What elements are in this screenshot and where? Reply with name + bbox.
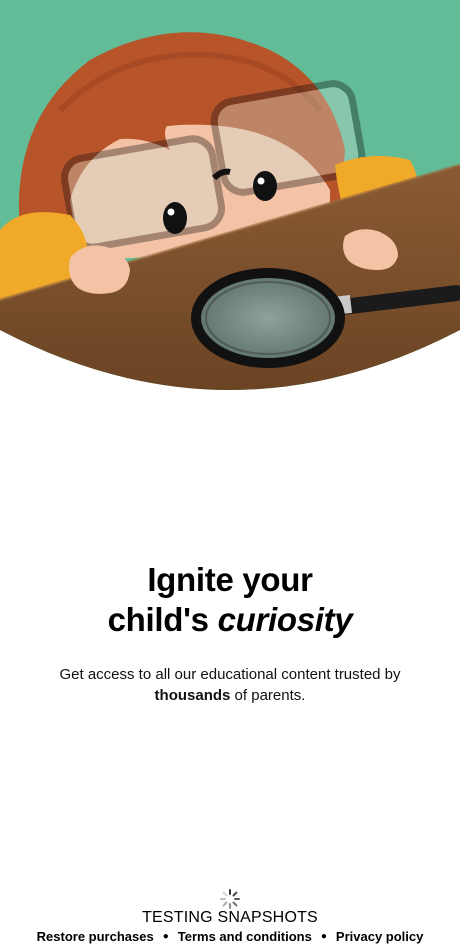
headline-line-2-prefix: child's (107, 601, 218, 638)
terms-and-conditions-link[interactable]: Terms and conditions (178, 929, 312, 945)
loading-spinner-icon (220, 889, 240, 909)
subtitle-bold: thousands (154, 687, 231, 704)
subtitle-before: Get access to all our educational conten… (59, 666, 401, 683)
footer-separator: ● (320, 931, 327, 942)
status-text: TESTING SNAPSHOTS (142, 909, 318, 926)
footer-separator: ● (162, 931, 169, 942)
headline-line-2: child's curiosity (0, 600, 460, 640)
headline-emphasis: curiosity (217, 601, 353, 638)
footer-links: Restore purchases ● Terms and conditions… (0, 929, 460, 945)
hero-illustration (0, 0, 460, 390)
headline: Ignite your child's curiosity (0, 560, 460, 640)
subtitle-after: of parents. (230, 687, 306, 704)
restore-purchases-link[interactable]: Restore purchases (37, 929, 154, 945)
privacy-policy-link[interactable]: Privacy policy (336, 929, 423, 945)
subtitle: Get access to all our educational conten… (30, 664, 430, 706)
headline-line-1: Ignite your (147, 561, 313, 598)
